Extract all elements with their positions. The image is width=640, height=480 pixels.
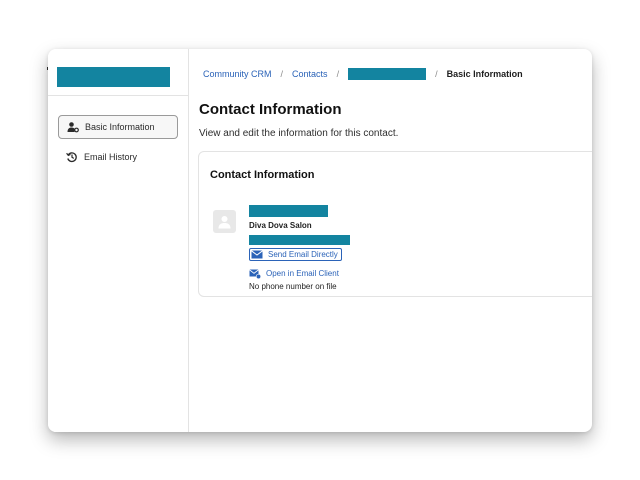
redacted-email — [249, 235, 350, 245]
redacted-contact-name — [57, 67, 170, 87]
sidebar-header — [48, 49, 188, 96]
app-window: Basic Information Email History Communit… — [48, 49, 592, 432]
breadcrumb-separator: / — [280, 69, 284, 79]
phone-status: No phone number on file — [249, 282, 337, 291]
envelope-arrow-icon — [249, 268, 261, 279]
envelope-icon — [251, 250, 263, 260]
user-gear-icon — [67, 121, 79, 133]
history-icon — [66, 151, 78, 163]
card-title: Contact Information — [210, 169, 315, 181]
breadcrumb-separator: / — [336, 69, 340, 79]
open-email-client-label: Open in Email Client — [266, 269, 339, 278]
person-icon — [218, 216, 231, 229]
contact-card: Contact Information Diva Dova Salon Send… — [198, 151, 592, 297]
sidebar: Basic Information Email History — [48, 49, 189, 432]
sidebar-item-basic-information[interactable]: Basic Information — [58, 115, 178, 139]
breadcrumb: Community CRM / Contacts / / Basic Infor… — [203, 68, 523, 80]
main-content: Community CRM / Contacts / / Basic Infor… — [189, 49, 592, 432]
avatar — [213, 210, 236, 233]
breadcrumb-community-crm[interactable]: Community CRM — [203, 69, 272, 79]
breadcrumb-separator: / — [435, 69, 438, 79]
sidebar-nav: Basic Information Email History — [48, 96, 188, 169]
sidebar-item-email-history[interactable]: Email History — [58, 145, 178, 169]
company-name: Diva Dova Salon — [249, 221, 312, 230]
breadcrumb-contacts[interactable]: Contacts — [292, 69, 328, 79]
page-subtitle: View and edit the information for this c… — [199, 128, 399, 139]
send-email-label: Send Email Directly — [268, 250, 338, 259]
open-email-client-link[interactable]: Open in Email Client — [249, 268, 350, 279]
breadcrumb-redacted-contact[interactable] — [348, 68, 427, 80]
sidebar-item-label: Basic Information — [85, 122, 155, 132]
contact-details: Diva Dova Salon Send Email Directly Open… — [249, 205, 350, 291]
redacted-name — [249, 205, 328, 217]
breadcrumb-current: Basic Information — [446, 69, 523, 79]
send-email-button[interactable]: Send Email Directly — [249, 248, 342, 261]
sidebar-item-label: Email History — [84, 152, 138, 162]
page-title: Contact Information — [199, 101, 342, 118]
